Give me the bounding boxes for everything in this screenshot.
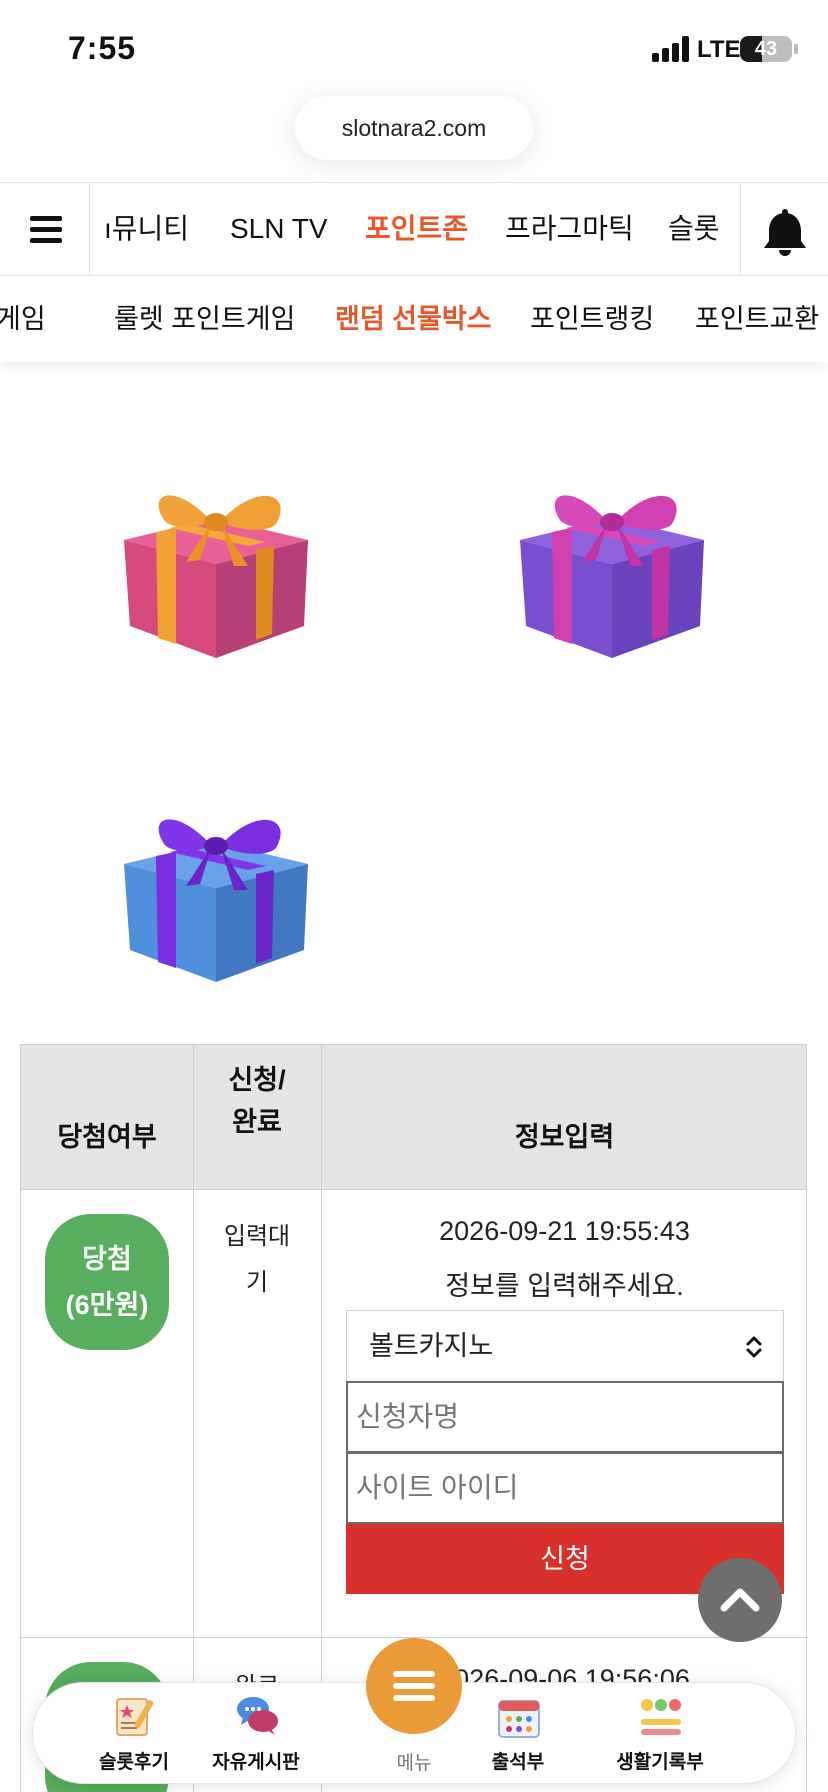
applicant-name-input[interactable] [346, 1381, 784, 1453]
network-label: LTE [697, 36, 741, 63]
page: 7:55 LTE 43 slotnara2.com ı뮤니티 SLN TV 포인… [0, 0, 828, 1792]
subnav-item-random-giftbox[interactable]: 랜덤 선물박스 [335, 276, 492, 362]
status-cell: 입력대 기 [223, 1223, 291, 1296]
url-bar[interactable]: slotnara2.com [295, 96, 533, 160]
site-select[interactable]: 볼트카지노 [346, 1310, 784, 1382]
scroll-top-button[interactable] [698, 1558, 782, 1642]
header-status: 신청/완료 [228, 1065, 286, 1137]
hamburger-menu-icon[interactable] [0, 183, 90, 275]
status-bar: 7:55 LTE 43 [0, 0, 828, 100]
battery-level: 43 [754, 38, 778, 60]
header-result: 당첨여부 [57, 1122, 157, 1153]
review-icon [116, 1698, 154, 1736]
gift-box-blue-icon[interactable] [116, 786, 316, 986]
nav-item-slot[interactable]: 슬롯 [668, 183, 720, 275]
chat-icon [237, 1697, 278, 1735]
header-info: 정보입력 [514, 1122, 615, 1153]
nav-item-sln-tv[interactable]: SLN TV [230, 183, 328, 275]
notification-bell-icon[interactable] [740, 183, 828, 275]
subnav-item-point-exchange[interactable]: 포인트교환 [695, 276, 819, 362]
menu-label: 메뉴 [396, 1753, 432, 1774]
gift-box-purple-icon[interactable] [512, 462, 712, 662]
subnav-item-game[interactable]: 게임 [0, 276, 46, 362]
chevron-up-icon [720, 1588, 760, 1612]
tab-free-board[interactable]: 자유게시판 [191, 1683, 321, 1783]
menu-icon [393, 1671, 435, 1701]
select-arrows-icon [746, 1336, 762, 1358]
calendar-icon [498, 1700, 540, 1738]
gift-box-pink-icon[interactable] [116, 462, 316, 662]
battery-icon: 43 [740, 36, 792, 62]
tab-attendance[interactable]: 출석부 [453, 1683, 583, 1783]
sub-nav: 게임 룰렛 포인트게임 랜덤 선물박스 포인트랭킹 포인트교환 [0, 276, 828, 362]
win-badge: 당첨 (6만원) [45, 1214, 169, 1350]
site-select-value: 볼트카지노 [369, 1331, 494, 1361]
main-nav: ı뮤니티 SLN TV 포인트존 프라그마틱 슬롯 [0, 182, 828, 276]
nav-item-point-zone[interactable]: 포인트존 [365, 183, 468, 275]
tab-slot-review[interactable]: 슬롯후기 [69, 1683, 199, 1783]
status-time: 7:55 [68, 30, 137, 66]
emoji-record-icon [641, 1699, 681, 1735]
tab-life-record[interactable]: 생활기록부 [595, 1683, 725, 1783]
menu-button[interactable] [366, 1638, 462, 1734]
signal-icon [652, 36, 692, 62]
nav-item-pragmatic[interactable]: 프라그마틱 [505, 183, 634, 275]
nav-item-community[interactable]: ı뮤니티 [104, 183, 189, 275]
entry-datetime: 2026-09-21 19:55:43 [439, 1216, 690, 1246]
main-nav-items: ı뮤니티 SLN TV 포인트존 프라그마틱 슬롯 [90, 183, 740, 275]
subnav-item-point-ranking[interactable]: 포인트랭킹 [530, 276, 654, 362]
table-header: 당첨여부 신청/완료 정보입력 [21, 1044, 806, 1190]
subnav-item-roulette[interactable]: 룰렛 포인트게임 [114, 276, 295, 362]
site-id-input[interactable] [346, 1452, 784, 1524]
entry-message: 정보를 입력해주세요. [445, 1271, 684, 1301]
